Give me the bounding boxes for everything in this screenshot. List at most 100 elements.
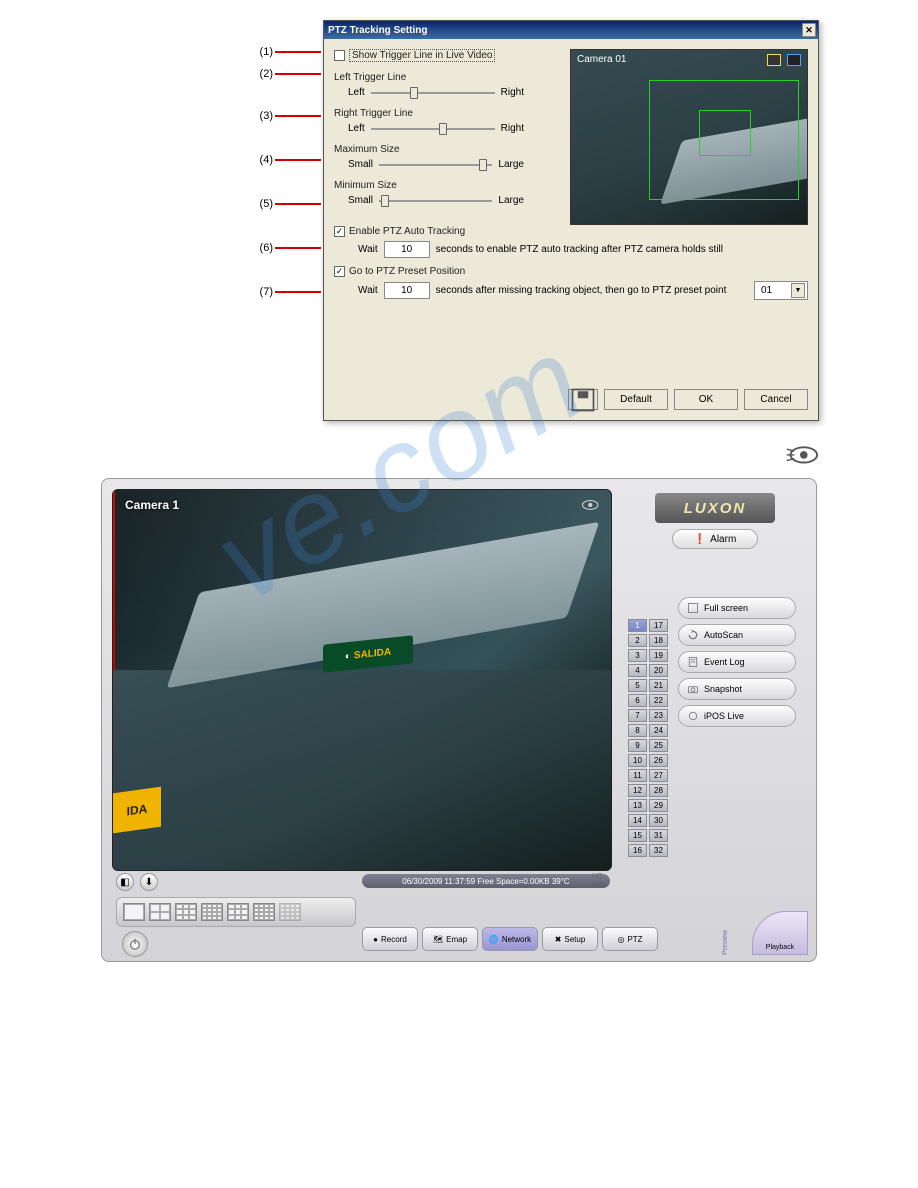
autoscan-button[interactable]: AutoScan bbox=[678, 624, 796, 646]
camera-cell-27[interactable]: 27 bbox=[649, 769, 668, 782]
camera-cell-12[interactable]: 12 bbox=[628, 784, 647, 797]
record-tab[interactable]: ●Record bbox=[362, 927, 418, 951]
camera-cell-20[interactable]: 20 bbox=[649, 664, 668, 677]
record-icon: ● bbox=[373, 935, 378, 944]
dialog-title: PTZ Tracking Setting bbox=[328, 25, 427, 36]
camera-cell-31[interactable]: 31 bbox=[649, 829, 668, 842]
cancel-button[interactable]: Cancel bbox=[744, 389, 808, 410]
ptz-dialog-figure: (1) (2) (3) (4) (5) (6) (7) PTZ Tracking… bbox=[99, 20, 819, 421]
network-tab[interactable]: 🌐Network bbox=[482, 927, 538, 951]
ptz-tab[interactable]: ◎PTZ bbox=[602, 927, 658, 951]
ipos-button[interactable]: iPOS Live bbox=[678, 705, 796, 727]
camera-eye-icon bbox=[577, 498, 599, 515]
eye-icon-row bbox=[99, 441, 819, 468]
layout-9[interactable] bbox=[175, 903, 197, 921]
left-trigger-slider[interactable] bbox=[371, 92, 495, 94]
camera-cell-14[interactable]: 14 bbox=[628, 814, 647, 827]
camera-cell-17[interactable]: 17 bbox=[649, 619, 668, 632]
enable-tracking-checkbox[interactable]: ✓ bbox=[334, 226, 345, 237]
wait-label-1: Wait bbox=[358, 244, 378, 255]
scene-yellow-sign: IDA bbox=[113, 787, 161, 834]
layout-alt2[interactable] bbox=[253, 903, 275, 921]
camera-cell-1[interactable]: 1 bbox=[628, 619, 647, 632]
camera-grid: 1172183194205216227238249251026112712281… bbox=[628, 619, 670, 857]
preview-icon-1[interactable] bbox=[767, 54, 781, 66]
wait-seconds-input-2[interactable] bbox=[384, 282, 430, 299]
max-size-label: Maximum Size bbox=[334, 144, 400, 155]
annotation-2: (2) bbox=[249, 68, 321, 80]
preset-select[interactable]: 01 ▼ bbox=[754, 281, 808, 300]
annotation-5: (5) bbox=[249, 198, 321, 210]
camera-preview: Camera 01 bbox=[570, 49, 808, 225]
label-left-2: Left bbox=[348, 123, 365, 134]
wait-seconds-input-1[interactable] bbox=[384, 241, 430, 258]
camera-cell-6[interactable]: 6 bbox=[628, 694, 647, 707]
camera-label: Camera 1 bbox=[125, 498, 179, 512]
min-size-box bbox=[699, 110, 751, 156]
camera-cell-21[interactable]: 21 bbox=[649, 679, 668, 692]
camera-cell-18[interactable]: 18 bbox=[649, 634, 668, 647]
preview-label: Preview bbox=[722, 925, 752, 955]
fullscreen-button[interactable]: Full screen bbox=[678, 597, 796, 619]
setup-tab[interactable]: ✖Setup bbox=[542, 927, 598, 951]
close-button[interactable]: ✕ bbox=[802, 23, 816, 37]
snapshot-button[interactable]: Snapshot bbox=[678, 678, 796, 700]
preview-icon-2[interactable] bbox=[787, 54, 801, 66]
layout-16[interactable] bbox=[201, 903, 223, 921]
layout-alt3[interactable] bbox=[279, 903, 301, 921]
camera-cell-29[interactable]: 29 bbox=[649, 799, 668, 812]
camera-cell-22[interactable]: 22 bbox=[649, 694, 668, 707]
default-button[interactable]: Default bbox=[604, 389, 668, 410]
power-button[interactable] bbox=[122, 931, 148, 957]
right-trigger-slider[interactable] bbox=[371, 128, 495, 130]
alarm-button[interactable]: ❗ Alarm bbox=[672, 529, 758, 549]
show-trigger-checkbox[interactable] bbox=[334, 50, 345, 61]
camera-cell-7[interactable]: 7 bbox=[628, 709, 647, 722]
right-panel: LUXON ❗ Alarm Full screen AutoScan Event… bbox=[624, 489, 806, 951]
camera-cell-8[interactable]: 8 bbox=[628, 724, 647, 737]
camera-cell-4[interactable]: 4 bbox=[628, 664, 647, 677]
layout-1[interactable] bbox=[123, 903, 145, 921]
download-icon[interactable]: ⬇ bbox=[140, 873, 158, 891]
camera-cell-10[interactable]: 10 bbox=[628, 754, 647, 767]
camera-cell-15[interactable]: 15 bbox=[628, 829, 647, 842]
goto-preset-checkbox[interactable]: ✓ bbox=[334, 266, 345, 277]
layout-strip bbox=[116, 897, 356, 927]
camera-cell-11[interactable]: 11 bbox=[628, 769, 647, 782]
eventlog-button[interactable]: Event Log bbox=[678, 651, 796, 673]
camera-cell-13[interactable]: 13 bbox=[628, 799, 647, 812]
brand-logo: LUXON bbox=[655, 493, 775, 523]
dialog-titlebar: PTZ Tracking Setting ✕ bbox=[324, 21, 818, 39]
camera-cell-5[interactable]: 5 bbox=[628, 679, 647, 692]
label-small-2: Small bbox=[348, 195, 373, 206]
camera-cell-3[interactable]: 3 bbox=[628, 649, 647, 662]
left-trigger-label: Left Trigger Line bbox=[334, 72, 406, 83]
camera-cell-16[interactable]: 16 bbox=[628, 844, 647, 857]
save-icon-button[interactable] bbox=[568, 389, 598, 410]
disk-icon[interactable]: ◧ bbox=[116, 873, 134, 891]
camera-cell-19[interactable]: 19 bbox=[649, 649, 668, 662]
camera-cell-25[interactable]: 25 bbox=[649, 739, 668, 752]
camera-cell-26[interactable]: 26 bbox=[649, 754, 668, 767]
camera-cell-24[interactable]: 24 bbox=[649, 724, 668, 737]
annotation-7: (7) bbox=[249, 286, 321, 298]
wait-suffix-2: seconds after missing tracking object, t… bbox=[436, 285, 748, 296]
camera-cell-9[interactable]: 9 bbox=[628, 739, 647, 752]
max-size-slider[interactable] bbox=[379, 164, 492, 166]
camera-cell-2[interactable]: 2 bbox=[628, 634, 647, 647]
camera-cell-30[interactable]: 30 bbox=[649, 814, 668, 827]
eye-icon bbox=[781, 441, 819, 465]
ok-button[interactable]: OK bbox=[674, 389, 738, 410]
camera-cell-28[interactable]: 28 bbox=[649, 784, 668, 797]
min-size-slider[interactable] bbox=[379, 200, 492, 202]
live-video-area[interactable]: ◐SALIDA IDA Camera 1 bbox=[112, 489, 612, 871]
layout-alt1[interactable] bbox=[227, 903, 249, 921]
hd-icons: HQHD bbox=[592, 873, 612, 889]
layout-4[interactable] bbox=[149, 903, 171, 921]
camera-cell-32[interactable]: 32 bbox=[649, 844, 668, 857]
globe-icon: 🌐 bbox=[489, 935, 499, 944]
camera-cell-23[interactable]: 23 bbox=[649, 709, 668, 722]
emap-tab[interactable]: 🗺Emap bbox=[422, 927, 478, 951]
alarm-icon: ❗ bbox=[694, 534, 706, 545]
enable-tracking-label: Enable PTZ Auto Tracking bbox=[349, 226, 465, 237]
